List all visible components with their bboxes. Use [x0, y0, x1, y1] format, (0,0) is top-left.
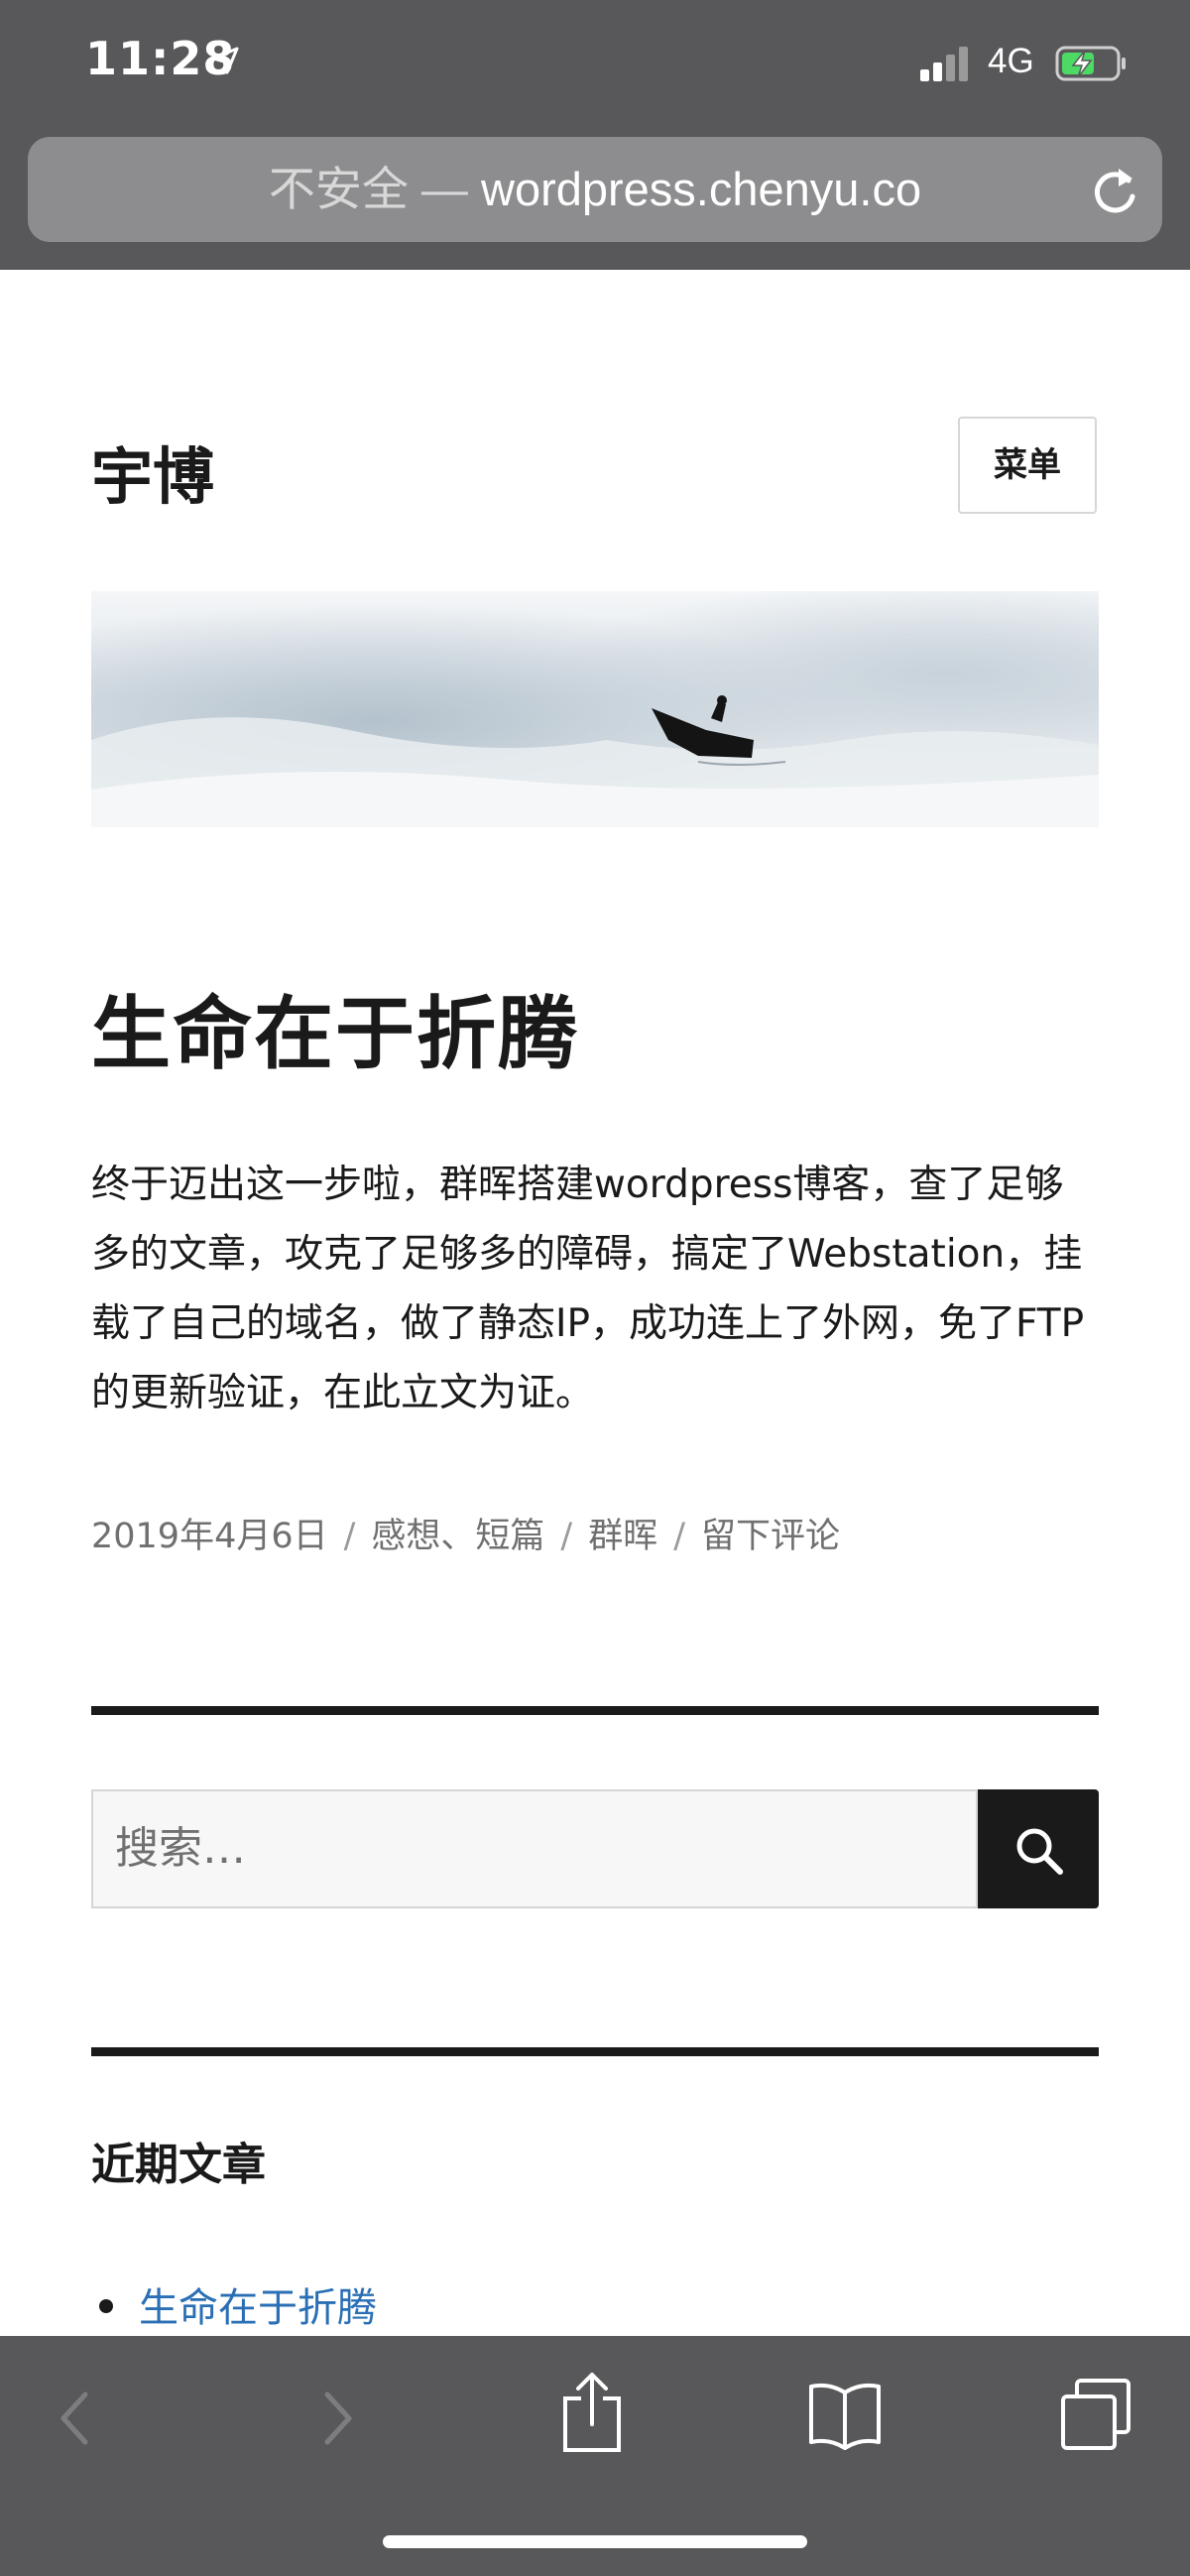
signal-icon: [920, 46, 972, 81]
browser-top-bar: 11:28 4G 不安全 — wordpress.chenyu.co: [0, 0, 1190, 270]
leave-comment-link[interactable]: 留下评论: [701, 1517, 840, 1556]
url-separator: —: [408, 163, 481, 215]
post-tag[interactable]: 群晖: [588, 1517, 657, 1556]
post-body: 终于迈出这一步啦，群晖搭建wordpress博客，查了足够多的文章，攻克了足够多…: [91, 1163, 1085, 1415]
share-icon[interactable]: [559, 2369, 625, 2454]
forward-icon[interactable]: [317, 2389, 357, 2448]
location-arrow-icon: [211, 47, 239, 74]
menu-button[interactable]: 菜单: [958, 417, 1097, 514]
search-button[interactable]: [978, 1789, 1099, 1908]
post-date[interactable]: 2019年4月6日: [91, 1517, 328, 1556]
list-bullet: [99, 2299, 113, 2313]
recent-post-link[interactable]: 生命在于折腾: [91, 2275, 377, 2333]
search-input[interactable]: 搜索…: [91, 1789, 978, 1908]
meta-separator: /: [560, 1517, 573, 1556]
reload-icon[interactable]: [1089, 163, 1140, 218]
insecure-label: 不安全: [268, 163, 409, 215]
address-bar[interactable]: 不安全 — wordpress.chenyu.co: [28, 137, 1162, 242]
recent-post-label[interactable]: 生命在于折腾: [139, 2285, 377, 2331]
tabs-icon[interactable]: [1059, 2377, 1134, 2452]
home-indicator[interactable]: [383, 2535, 807, 2548]
site-title[interactable]: 宇博: [91, 427, 214, 516]
post-categories[interactable]: 感想、短篇: [371, 1517, 544, 1556]
section-divider: [91, 2047, 1099, 2056]
network-type: 4G: [988, 42, 1034, 80]
url-domain: wordpress.chenyu.co: [481, 163, 922, 215]
meta-separator: /: [673, 1517, 686, 1556]
recent-posts-heading: 近期文章: [91, 2140, 266, 2190]
url-text: 不安全 — wordpress.chenyu.co: [28, 137, 1162, 242]
post-meta: 2019年4月6日 / 感想、短篇 / 群晖 / 留下评论: [91, 1508, 840, 1558]
meta-separator: /: [343, 1517, 356, 1556]
bookmarks-icon[interactable]: [807, 2379, 883, 2450]
search-icon: [1016, 1828, 1063, 1875]
header-image: [91, 591, 1099, 827]
post-title[interactable]: 生命在于折腾: [91, 970, 579, 1085]
battery-charging-icon: [1055, 46, 1126, 81]
section-divider: [91, 1706, 1099, 1715]
back-icon[interactable]: [56, 2389, 95, 2448]
